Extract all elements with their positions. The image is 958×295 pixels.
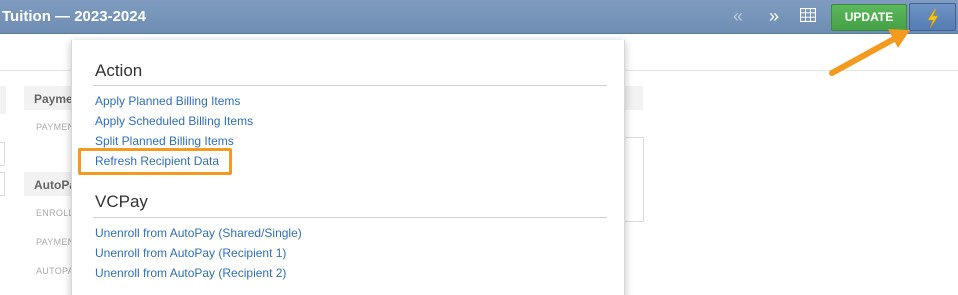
left-field-1 [0, 142, 5, 166]
highlight-box [78, 148, 232, 175]
page-title: Tuition — 2023-2024 [2, 8, 146, 25]
autopay-heading: AutoPa [34, 178, 76, 192]
grid-view-button[interactable] [799, 7, 822, 26]
previous-record-button[interactable]: « [725, 6, 751, 28]
left-panel-strip [0, 86, 6, 114]
next-record-button[interactable]: » [761, 6, 787, 28]
action-section-divider [93, 85, 607, 86]
payment-label: PAYMEN [36, 122, 75, 132]
menu-item-split-planned-billing[interactable]: Split Planned Billing Items [95, 134, 234, 148]
enroll-label: ENROLL [36, 208, 74, 218]
menu-item-unenroll-recipient-2[interactable]: Unenroll from AutoPay (Recipient 2) [95, 266, 286, 280]
grid-icon [799, 7, 817, 23]
menu-item-unenroll-recipient-1[interactable]: Unenroll from AutoPay (Recipient 1) [95, 246, 286, 260]
menu-item-unenroll-shared[interactable]: Unenroll from AutoPay (Shared/Single) [95, 226, 302, 240]
vcpay-section-divider [93, 217, 607, 218]
left-field-2 [0, 172, 5, 196]
right-panel-header [625, 86, 643, 110]
action-section-title: Action [95, 61, 143, 80]
menu-item-apply-planned-billing[interactable]: Apply Planned Billing Items [95, 94, 240, 108]
top-bar: Tuition — 2023-2024 « » UPDATE [0, 0, 958, 34]
annotation-arrow-icon [829, 29, 910, 76]
autopay-label: AUTOPA [36, 266, 74, 276]
menu-item-apply-scheduled-billing[interactable]: Apply Scheduled Billing Items [95, 114, 253, 128]
vcpay-section-title: VCPay [95, 192, 148, 211]
payment-heading: Payme [34, 92, 73, 106]
payment-label-2: PAYMEN [36, 237, 75, 247]
